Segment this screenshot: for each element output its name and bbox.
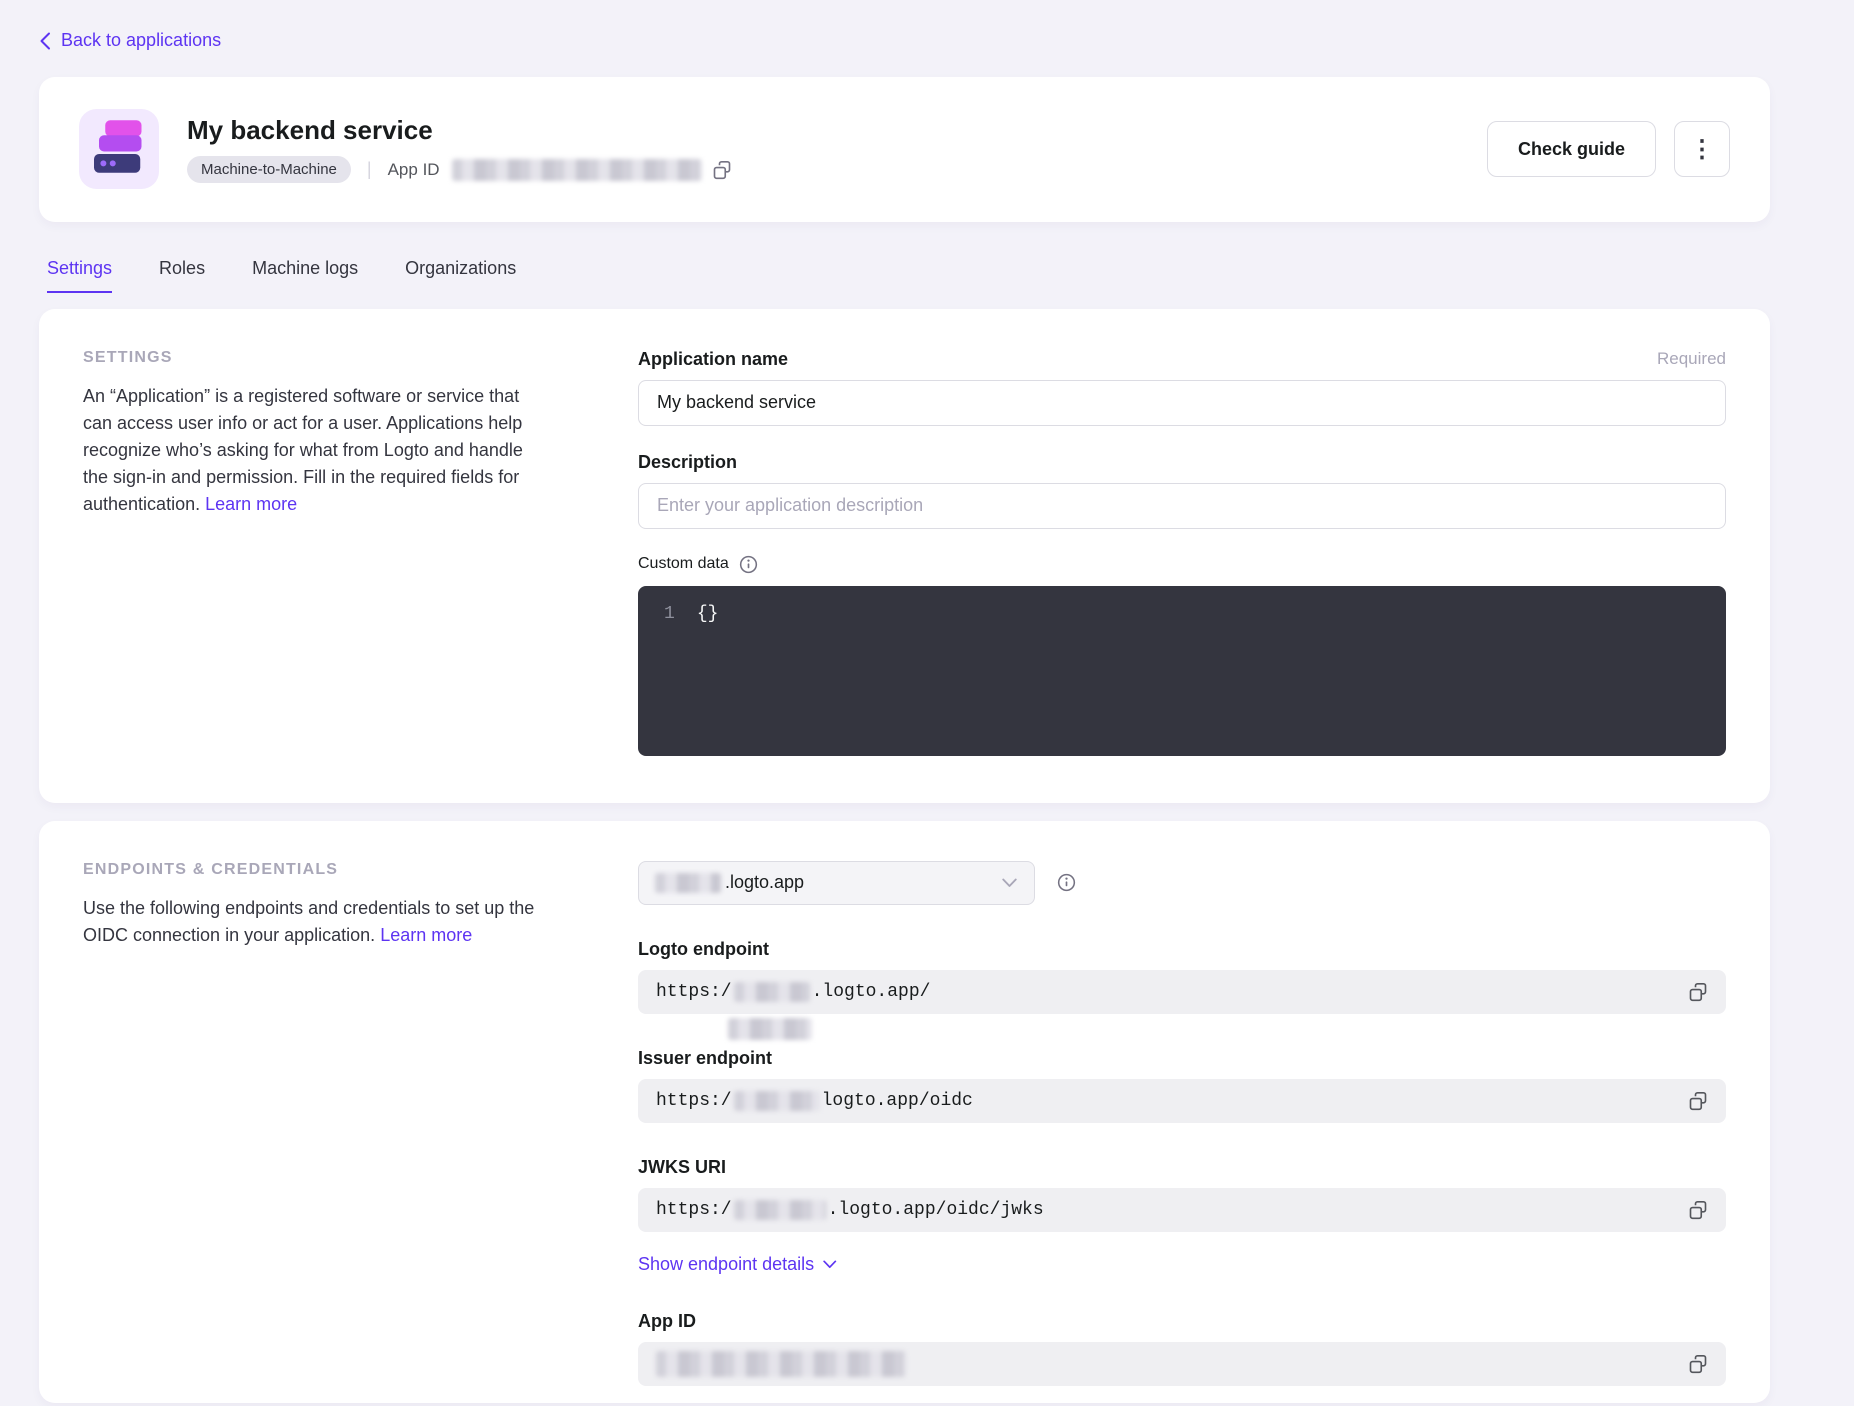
endpoints-section-heading: ENDPOINTS & CREDENTIALS bbox=[83, 861, 545, 879]
machine-to-machine-app-icon bbox=[79, 109, 159, 189]
application-name-label: Application name bbox=[638, 349, 788, 370]
endpoints-description-column: ENDPOINTS & CREDENTIALS Use the followin… bbox=[83, 861, 545, 1386]
settings-section-description: An “Application” is a registered softwar… bbox=[83, 383, 545, 518]
app-header-info: My backend service Machine-to-Machine | … bbox=[187, 115, 732, 183]
application-name-input[interactable] bbox=[638, 380, 1726, 426]
endpoints-form-column: .logto.app Logto endpoint https:/ .logto… bbox=[638, 861, 1726, 1386]
issuer-endpoint-label: Issuer endpoint bbox=[638, 1048, 1726, 1069]
app-id-label: App ID bbox=[388, 160, 440, 180]
tab-bar: Settings Roles Machine logs Organization… bbox=[39, 258, 1770, 293]
description-input[interactable] bbox=[638, 483, 1726, 529]
description-label: Description bbox=[638, 452, 1726, 473]
logto-endpoint-label: Logto endpoint bbox=[638, 939, 1726, 960]
meta-divider: | bbox=[367, 159, 372, 180]
app-id-value-redacted bbox=[656, 1351, 906, 1377]
custom-data-label: Custom data bbox=[638, 555, 729, 573]
kebab-icon: ⋮ bbox=[1690, 135, 1714, 164]
chevron-down-icon bbox=[1002, 878, 1018, 888]
app-id-field-label: App ID bbox=[638, 1311, 1726, 1332]
endpoint-suffix: logto.app/oidc bbox=[822, 1091, 973, 1111]
domain-tenant-redacted bbox=[655, 873, 721, 893]
endpoint-suffix: .logto.app/oidc/jwks bbox=[828, 1200, 1044, 1220]
header-actions: Check guide ⋮ bbox=[1487, 121, 1730, 177]
copy-issuer-endpoint-button[interactable] bbox=[1688, 1091, 1708, 1111]
endpoint-prefix: https:/ bbox=[656, 982, 732, 1002]
endpoint-prefix: https:/ bbox=[656, 1200, 732, 1220]
jwks-uri-field: https:/ .logto.app/oidc/jwks bbox=[638, 1188, 1726, 1232]
copy-app-id-field-button[interactable] bbox=[1688, 1354, 1708, 1374]
settings-form-column: Application name Required Description Cu… bbox=[638, 349, 1726, 759]
editor-code: {} bbox=[697, 604, 719, 624]
endpoint-prefix: https:/ bbox=[656, 1091, 732, 1111]
domain-select[interactable]: .logto.app bbox=[638, 861, 1035, 905]
settings-card: SETTINGS An “Application” is a registere… bbox=[39, 309, 1770, 803]
check-guide-button[interactable]: Check guide bbox=[1487, 121, 1656, 177]
required-indicator: Required bbox=[1657, 349, 1726, 369]
more-options-button[interactable]: ⋮ bbox=[1674, 121, 1730, 177]
tab-machine-logs[interactable]: Machine logs bbox=[252, 258, 358, 293]
info-icon[interactable] bbox=[1057, 873, 1076, 892]
app-header-meta: Machine-to-Machine | App ID bbox=[187, 156, 732, 183]
copy-logto-endpoint-button[interactable] bbox=[1688, 982, 1708, 1002]
jwks-uri-label: JWKS URI bbox=[638, 1157, 1726, 1178]
custom-data-label-row: Custom data bbox=[638, 555, 1726, 574]
endpoints-credentials-card: ENDPOINTS & CREDENTIALS Use the followin… bbox=[39, 821, 1770, 1403]
endpoint-tenant-redacted bbox=[734, 982, 810, 1002]
endpoints-section-description: Use the following endpoints and credenti… bbox=[83, 895, 545, 949]
domain-select-value: .logto.app bbox=[725, 872, 804, 893]
app-id-field bbox=[638, 1342, 1726, 1386]
settings-section-heading: SETTINGS bbox=[83, 349, 545, 367]
tab-roles[interactable]: Roles bbox=[159, 258, 205, 293]
app-id-value-redacted bbox=[452, 159, 702, 181]
copy-app-id-button[interactable] bbox=[712, 160, 732, 180]
page-content: Back to applications My backend service … bbox=[39, 0, 1770, 1403]
copy-jwks-uri-button[interactable] bbox=[1688, 1200, 1708, 1220]
domain-select-row: .logto.app bbox=[638, 861, 1726, 905]
editor-line-number: 1 bbox=[638, 604, 675, 624]
endpoint-suffix: .logto.app/ bbox=[812, 982, 931, 1002]
back-to-applications-link[interactable]: Back to applications bbox=[39, 30, 221, 51]
redaction-artifact bbox=[728, 1018, 812, 1040]
endpoints-learn-more-link[interactable]: Learn more bbox=[380, 925, 472, 945]
app-header-card: My backend service Machine-to-Machine | … bbox=[39, 77, 1770, 222]
app-type-badge: Machine-to-Machine bbox=[187, 156, 351, 183]
tab-organizations[interactable]: Organizations bbox=[405, 258, 516, 293]
chevron-down-icon bbox=[823, 1260, 837, 1269]
back-link-label: Back to applications bbox=[61, 30, 221, 51]
settings-learn-more-link[interactable]: Learn more bbox=[205, 494, 297, 514]
info-icon[interactable] bbox=[739, 555, 758, 574]
show-endpoint-details-link[interactable]: Show endpoint details bbox=[638, 1254, 837, 1275]
show-endpoint-details-label: Show endpoint details bbox=[638, 1254, 814, 1275]
endpoint-tenant-redacted bbox=[734, 1200, 826, 1220]
chevron-left-icon bbox=[39, 32, 51, 50]
endpoint-tenant-redacted bbox=[734, 1091, 820, 1111]
settings-description-text: An “Application” is a registered softwar… bbox=[83, 386, 523, 514]
custom-data-editor[interactable]: 1 {} bbox=[638, 586, 1726, 756]
tab-settings[interactable]: Settings bbox=[47, 258, 112, 293]
issuer-endpoint-field: https:/ logto.app/oidc bbox=[638, 1079, 1726, 1123]
app-title: My backend service bbox=[187, 115, 732, 146]
settings-description-column: SETTINGS An “Application” is a registere… bbox=[83, 349, 545, 759]
logto-endpoint-field: https:/ .logto.app/ bbox=[638, 970, 1726, 1014]
application-name-label-row: Application name Required bbox=[638, 349, 1726, 370]
